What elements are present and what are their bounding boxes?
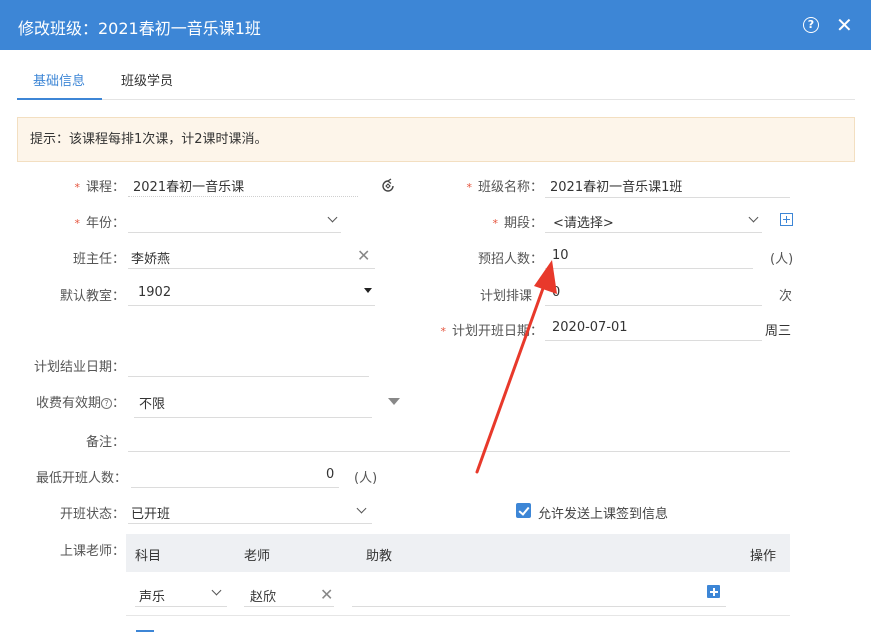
head-teacher-label: 班主任： (72, 252, 125, 267)
term-underline (545, 232, 762, 233)
planned-enroll-unit: (人) (770, 252, 794, 267)
chevron-down-icon[interactable] (356, 503, 367, 514)
course-label: * 课程： (40, 176, 125, 195)
year-underline (128, 232, 341, 233)
course-underline (128, 196, 358, 197)
remark-label: 备注： (85, 435, 125, 450)
clear-icon[interactable]: ✕ (357, 248, 370, 264)
year-label: * 年份： (40, 212, 125, 231)
start-weekday: 周三 (765, 324, 792, 339)
planned-sessions-underline (545, 305, 762, 306)
default-room-underline (128, 305, 375, 306)
fee-validity-label: 收费有效期?： (20, 392, 125, 411)
add-assistant-icon[interactable] (707, 585, 720, 598)
fee-validity-underline (134, 417, 372, 418)
active-tab-indicator (17, 98, 102, 100)
required-mark: * (466, 181, 472, 194)
class-name-input[interactable]: 2021春初一音乐课1班 (550, 176, 682, 195)
min-students-underline (131, 487, 339, 488)
assistant-underline (352, 606, 726, 607)
allow-checkin-checkbox[interactable] (516, 503, 531, 518)
default-room-select[interactable]: 1902 (138, 285, 171, 300)
help-circle-icon[interactable]: ? (100, 398, 112, 409)
tab-class-students[interactable]: 班级学员 (121, 70, 173, 89)
caret-down-icon[interactable] (364, 288, 372, 293)
clear-icon[interactable]: ✕ (320, 587, 333, 603)
min-students-input[interactable]: 0 (326, 467, 334, 482)
start-date-underline (545, 340, 762, 341)
term-label-text: 期段： (503, 216, 543, 231)
header-assistant: 助教 (366, 549, 393, 564)
default-room-label: 默认教室： (59, 289, 125, 304)
required-mark: * (440, 325, 446, 338)
add-teacher-link-fragment[interactable] (136, 630, 154, 632)
planned-enroll-underline (545, 268, 753, 269)
header-subject: 科目 (135, 549, 162, 564)
teacher-table-header: 科目 老师 助教 操作 (126, 534, 790, 572)
fee-validity-label-text: 收费有效期 (35, 396, 101, 411)
subject-underline (135, 606, 227, 607)
dialog-title: 修改班级：2021春初一音乐课1班 (18, 19, 261, 38)
tab-basic-info[interactable]: 基础信息 (33, 70, 85, 89)
status-label: 开班状态： (59, 507, 125, 522)
planned-sessions-unit: 次 (779, 289, 793, 304)
annotation-arrow-icon (475, 260, 557, 474)
year-label-text: 年份： (85, 216, 125, 231)
switch-course-icon[interactable] (380, 178, 396, 194)
close-icon[interactable]: ✕ (836, 13, 853, 37)
min-students-unit: (人) (354, 471, 378, 486)
teachers-label: 上课老师： (59, 544, 125, 559)
class-name-label: * 班级名称： (440, 176, 543, 195)
remark-underline (128, 451, 790, 452)
term-label: * 期段： (440, 212, 543, 231)
course-label-text: 课程： (85, 180, 125, 195)
term-select[interactable]: <请选择> (553, 212, 614, 231)
teacher-underline (244, 606, 334, 607)
start-date-input[interactable]: 2020-07-01 (552, 320, 628, 335)
tab-bar: 基础信息 班级学员 (17, 58, 855, 100)
fee-validity-colon: ： (111, 396, 125, 411)
caret-down-icon[interactable] (388, 398, 400, 405)
status-select[interactable]: 已开班 (131, 503, 170, 522)
allow-checkin-label[interactable]: 允许发送上课签到信息 (538, 503, 668, 522)
end-date-label: 计划结业日期： (33, 360, 125, 375)
row-teacher-value[interactable]: 赵欣 (250, 586, 276, 605)
status-underline (128, 523, 372, 524)
dialog-title-bar: 修改班级：2021春初一音乐课1班 ? ✕ (0, 0, 871, 50)
min-students-label: 最低开班人数： (35, 471, 127, 486)
fee-validity-select[interactable]: 不限 (139, 393, 165, 412)
header-actions: 操作 (750, 549, 777, 564)
class-name-label-text: 班级名称： (477, 180, 543, 195)
header-teacher: 老师 (244, 549, 271, 564)
head-teacher-underline (128, 268, 375, 269)
head-teacher-value[interactable]: 李娇燕 (131, 248, 170, 267)
required-mark: * (74, 181, 80, 194)
notice-banner: 提示：该课程每排1次课，计2课时课消。 (17, 117, 855, 162)
add-term-icon[interactable] (780, 213, 793, 226)
chevron-down-icon[interactable] (211, 585, 222, 596)
course-value: 2021春初一音乐课 (133, 180, 245, 195)
required-mark: * (492, 217, 498, 230)
end-date-underline (128, 376, 369, 377)
question-circle-icon[interactable]: ? (803, 17, 819, 33)
row-subject-select[interactable]: 声乐 (139, 586, 165, 605)
chevron-down-icon[interactable] (748, 212, 759, 223)
required-mark: * (74, 217, 80, 230)
class-name-underline (545, 197, 790, 198)
table-row: 声乐 赵欣 ✕ (126, 572, 790, 616)
chevron-down-icon[interactable] (327, 212, 338, 223)
